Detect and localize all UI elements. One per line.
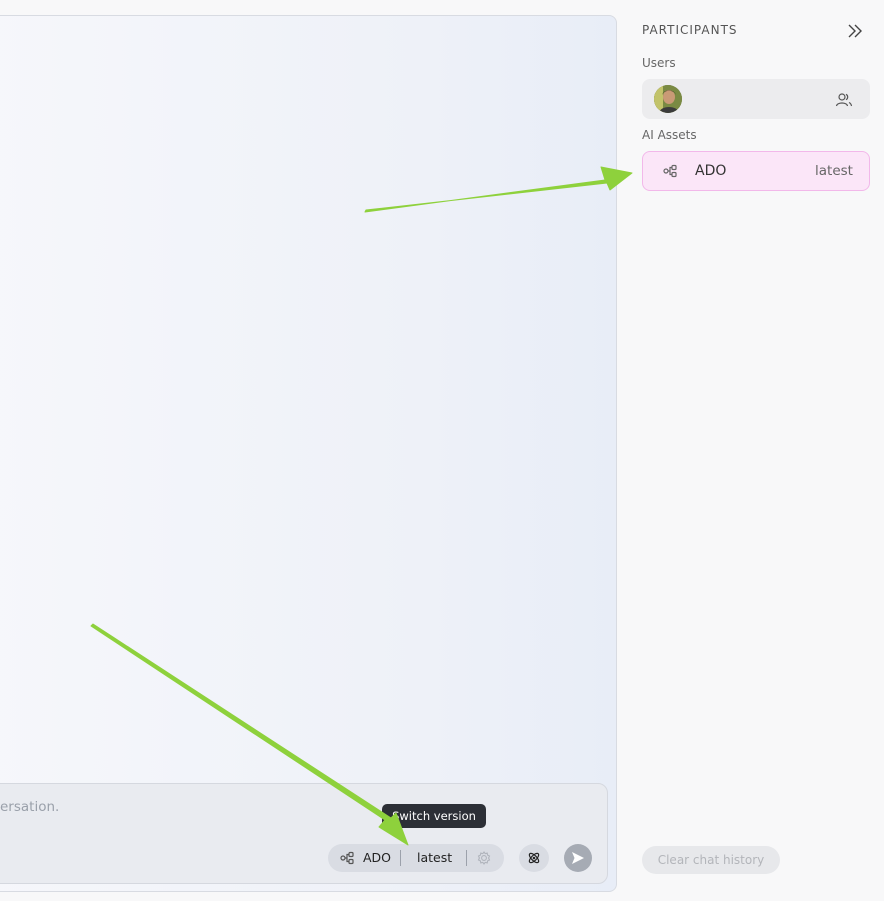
- message-composer[interactable]: [0, 783, 608, 884]
- avatar: [654, 85, 682, 113]
- composer-placeholder[interactable]: ersation.: [0, 799, 59, 815]
- switch-version-tooltip: Switch version: [382, 804, 486, 828]
- participants-title: PARTICIPANTS: [642, 23, 738, 37]
- send-button[interactable]: [564, 844, 592, 872]
- pill-divider: [400, 850, 401, 866]
- double-chevron-right-icon[interactable]: [846, 22, 864, 40]
- atom-button[interactable]: [519, 844, 549, 872]
- users-icon[interactable]: [835, 92, 853, 108]
- version-switch[interactable]: latest: [417, 850, 452, 865]
- pill-divider: [466, 850, 467, 866]
- send-icon: [572, 852, 584, 864]
- chat-panel: [0, 15, 617, 892]
- ai-asset-version: latest: [815, 163, 853, 179]
- users-section-label: Users: [642, 56, 676, 70]
- asset-name[interactable]: ADO: [363, 850, 391, 865]
- atom-icon: [528, 852, 540, 864]
- ai-asset-name: ADO: [695, 163, 727, 179]
- gear-icon[interactable]: [476, 850, 492, 866]
- clear-chat-history-button[interactable]: Clear chat history: [642, 846, 780, 874]
- ai-assets-section-label: AI Assets: [642, 128, 697, 142]
- asset-tree-icon: [340, 851, 354, 865]
- asset-tree-icon: [663, 164, 677, 178]
